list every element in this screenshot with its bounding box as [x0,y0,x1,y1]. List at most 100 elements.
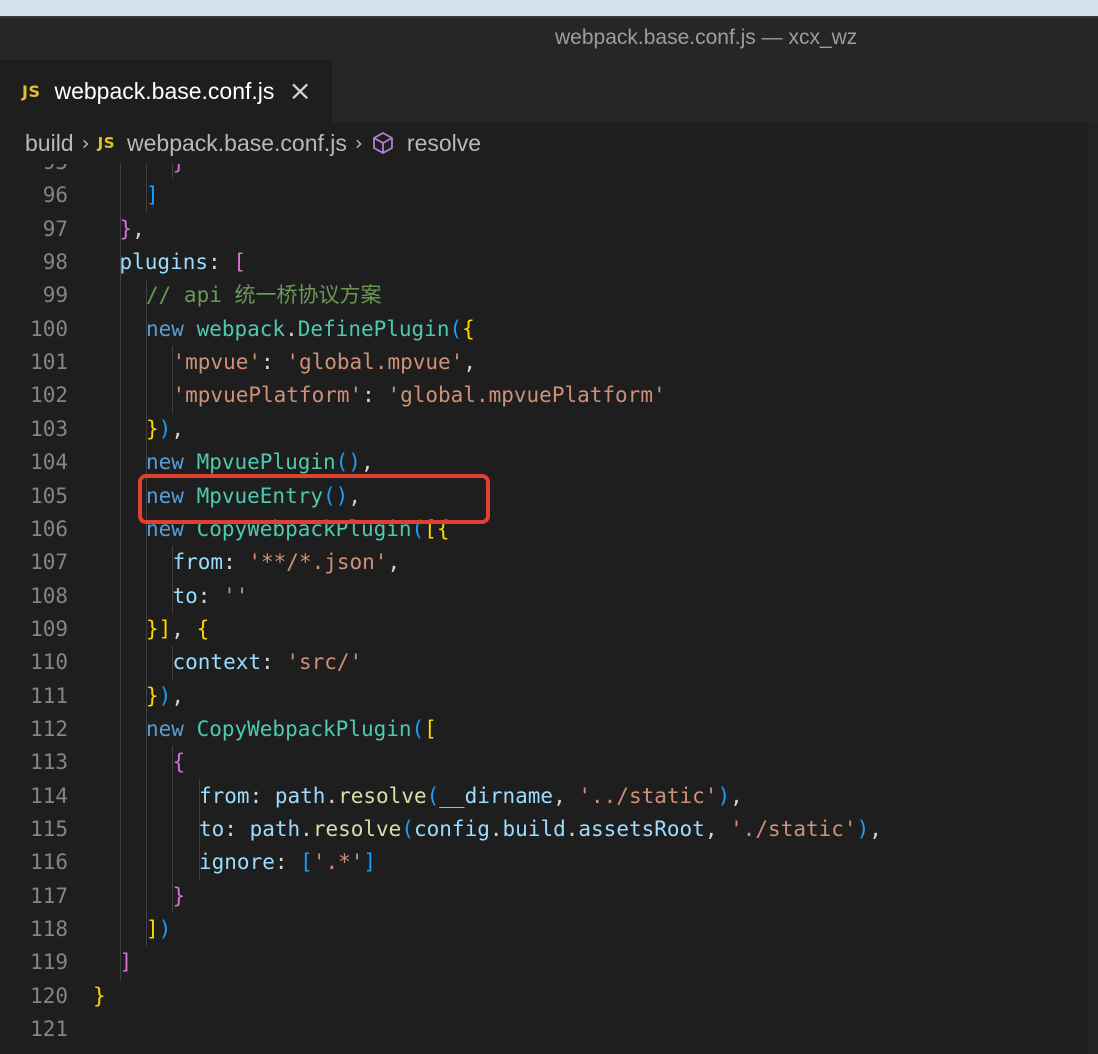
code-line[interactable]: 112 new CopyWebpackPlugin([ [0,713,1098,746]
code-line[interactable]: 114 from: path.resolve(__dirname, '../sta… [0,780,1098,813]
code-line[interactable]: 119] [0,946,1098,979]
code-line[interactable]: 95} [0,164,1098,179]
line-number: 120 [30,983,68,1008]
code-token: __dirname [439,783,554,808]
code-token: { [172,750,186,775]
line-number: 105 [30,483,68,508]
title-bar: webpack.base.conf.js — xcx_wz [0,16,1098,60]
line-number: 113 [30,750,68,775]
line-number: 115 [30,817,68,841]
code-line[interactable]: 101 'mpvue': 'global.mpvue', [0,346,1098,379]
code-text: new CopyWebpackPlugin([ [146,713,437,746]
code-text: ]) [146,913,171,946]
code-line[interactable]: 99 // api 统一桥协议方案 [0,279,1098,312]
code-token: , [132,216,145,241]
code-token: new [146,450,197,475]
tab-label: webpack.base.conf.js [54,77,275,104]
tab-webpack-base-conf[interactable]: JS webpack.base.conf.js × [0,60,332,122]
code-token: : [197,583,224,608]
code-token: { [462,316,475,341]
code-token: from [172,550,224,575]
close-icon[interactable]: × [288,77,311,105]
line-number: 100 [30,316,68,341]
code-token: ] [146,917,159,942]
code-token: plugins [119,250,209,275]
code-line[interactable]: 121 [0,1013,1098,1046]
top-strip [0,0,1098,16]
breadcrumb-file[interactable]: webpack.base.conf.js [127,130,347,157]
code-token: path [274,783,326,808]
cube-icon [373,132,393,154]
code-token: ] [363,850,377,875]
code-line[interactable]: 111}), [0,680,1098,713]
code-token: MpvuePlugin [196,450,336,475]
code-token: to [172,583,198,608]
code-token: [ [424,716,437,741]
code-token: . [325,783,339,808]
code-line[interactable]: 110 context: 'src/' [0,646,1098,679]
code-token: resolve [312,817,402,841]
code-token: , [360,450,374,475]
code-token: : [274,850,301,875]
code-token: ] [119,950,133,975]
code-token: ) [717,783,731,808]
code-token: // api 统一桥协议方案 [146,283,382,308]
code-line[interactable]: 118]) [0,913,1098,946]
javascript-file-icon: JS [22,81,41,101]
line-number: 111 [30,683,68,708]
line-number: 108 [30,583,68,608]
code-token: } [172,883,186,908]
line-number: 95 [0,164,68,179]
code-token: to [199,817,225,841]
highlight-annotation [138,474,490,524]
code-text: } [173,164,186,179]
code-token: { [196,616,210,641]
code-line[interactable]: 113 { [0,746,1098,779]
code-text: from: path.resolve(__dirname, '../static… [199,780,743,813]
code-line[interactable]: 109}], { [0,613,1098,646]
code-token: , [869,817,882,841]
vertical-scrollbar[interactable] [1088,122,1098,1054]
code-line[interactable]: 96] [0,179,1098,212]
code-line[interactable]: 116 ignore: ['.*'] [0,846,1098,879]
line-number: 104 [30,450,68,475]
code-line[interactable]: 120} [0,980,1098,1013]
code-text: }), [146,413,184,446]
line-number: 98 [42,250,68,275]
code-line[interactable]: 117} [0,880,1098,913]
code-text: ] [120,946,133,979]
code-line[interactable]: 103}), [0,413,1098,446]
code-text: plugins: [ [120,246,246,279]
code-token: }] [146,616,172,641]
line-number: 110 [30,650,68,675]
code-text: from: '**/*.json', [173,546,401,579]
code-text: 'mpvue': 'global.mpvue', [173,346,476,379]
code-token: 'global.mpvuePlatform' [387,383,666,408]
code-line[interactable]: 100 new webpack.DefinePlugin({ [0,313,1098,346]
code-text: // api 统一桥协议方案 [146,279,382,312]
breadcrumb-symbol[interactable]: resolve [407,130,481,157]
code-token: , [730,783,743,808]
code-token: '.*' [312,850,364,875]
code-token: ( [426,783,440,808]
code-line[interactable]: 108 to: '' [0,580,1098,613]
code-token: '**/*.json' [248,550,388,575]
code-line[interactable]: 102 'mpvuePlatform': 'global.mpvuePlatfor… [0,379,1098,412]
code-token: : [261,350,287,375]
code-text: context: 'src/' [173,646,363,679]
breadcrumb-folder[interactable]: build [25,130,74,157]
line-number: 116 [30,850,68,875]
code-token: , [171,616,197,641]
code-line[interactable]: 97}, [0,213,1098,246]
code-token: } [146,416,159,441]
code-line[interactable]: 107 from: '**/*.json', [0,546,1098,579]
code-token: } [93,983,106,1008]
code-text: }, [120,213,145,246]
code-line[interactable]: 115 to: path.resolve(config.build.assetsR… [0,813,1098,846]
code-token: , [463,350,476,375]
code-line[interactable]: 98 plugins: [ [0,246,1098,279]
tab-bar: JS webpack.base.conf.js × [0,60,1098,122]
code-editor[interactable]: 95}96]97},98plugins: [99// api 统一桥协议方案10… [0,164,1098,1054]
code-token: [ [300,850,313,875]
line-number: 103 [30,416,68,441]
